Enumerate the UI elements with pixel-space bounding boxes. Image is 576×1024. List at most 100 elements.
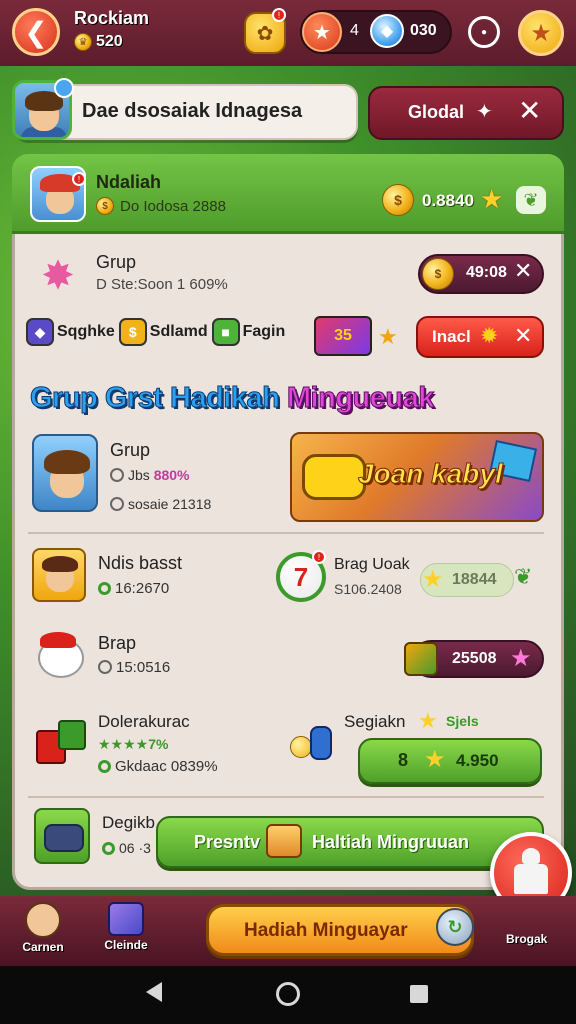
cube-icon: [404, 642, 438, 676]
ring-icon: [110, 468, 124, 482]
player-name: Dolerakurac: [98, 712, 190, 731]
group-title: Grup: [96, 252, 137, 272]
back-arrow-icon: ❮: [24, 16, 48, 48]
refresh-icon: ↻: [436, 908, 474, 946]
ring-icon: [110, 497, 124, 511]
player-stat-text: Gkdaac 0839%: [115, 758, 218, 775]
avatar-icon: [25, 902, 61, 938]
system-back-icon[interactable]: [146, 982, 162, 1002]
nav-item-cartoon[interactable]: Carnen: [18, 902, 68, 954]
player-rating: ★★★★7%: [98, 736, 169, 752]
close-icon[interactable]: ✕: [514, 323, 532, 349]
close-icon[interactable]: ✕: [514, 258, 532, 284]
category-chip[interactable]: ■ Fagin: [211, 318, 285, 346]
group-card-title: Grup: [110, 440, 151, 460]
player-name: Brap: [98, 633, 137, 653]
star-icon: ★: [418, 708, 438, 733]
star-button[interactable]: ★: [302, 12, 342, 52]
gift-box-icon: [266, 824, 302, 858]
claim-button[interactable]: [358, 738, 542, 784]
present-label: Presntv: [194, 832, 261, 852]
machine-icon: [34, 808, 90, 864]
banner-title: Grup Grst Hadikah Mingueuak: [30, 382, 435, 415]
group-card-stat-accent: 880%: [153, 467, 190, 483]
star-icon: ★: [424, 746, 446, 773]
player-name: Degikb: [102, 813, 155, 832]
notification-badge: !: [72, 172, 86, 186]
group-card-stat-2: sosaie 21318: [110, 496, 211, 512]
player-stat: 16:2670: [98, 580, 169, 597]
avatar: [32, 630, 90, 682]
coin-potion-icon: [288, 712, 340, 772]
crown-icon: ♛: [74, 33, 92, 51]
claim-count: 8: [398, 750, 409, 770]
player-name: Brag Uoak: [334, 556, 410, 573]
ring-icon: [98, 660, 112, 674]
player-stat-text: 16:2670: [115, 580, 170, 597]
gem-glyph: ◆: [380, 23, 394, 40]
sparkle-icon: ✦: [476, 101, 493, 123]
star-icon: ★: [480, 184, 504, 214]
group-card-stat: Jbs 880%: [110, 467, 190, 483]
category-chip[interactable]: $ Sdlamd: [118, 318, 208, 346]
category-label: Sdlamd: [149, 323, 208, 340]
category-label: Sqghke: [57, 323, 115, 340]
gem-icon[interactable]: ◆: [370, 14, 404, 48]
category-icon: ■: [211, 318, 240, 346]
nav-item-cubes[interactable]: Cleinde: [98, 902, 154, 952]
sparkle-character-icon: ✸: [41, 254, 75, 298]
nav-item-label: Brogak: [506, 932, 548, 946]
player-stat-text: 06 ·3: [119, 840, 151, 856]
divider: [28, 532, 544, 534]
player-name: Rockiam: [74, 8, 150, 28]
favorite-button[interactable]: ★: [518, 10, 564, 56]
star-icon: ★: [422, 566, 444, 593]
group-card-stat-2-text: sosaie 21318: [128, 496, 212, 512]
nav-item-label: Cleinde: [104, 938, 148, 952]
panel-subtitle: Do Iodosa 2888: [120, 197, 226, 215]
category-row: ◆ Sqghke $ Sdlamd ■ Fagin: [26, 318, 285, 346]
divider: [28, 796, 544, 798]
coin-icon: $: [96, 197, 114, 215]
category-icon: $: [118, 318, 147, 346]
timer-value: 49:08: [466, 264, 507, 281]
global-label: Glodal: [408, 102, 465, 122]
reward-value: 25508: [452, 650, 497, 667]
back-button[interactable]: ❮: [12, 8, 60, 56]
present-text: Haltiah Mingruuan: [312, 832, 469, 852]
player-tag: Sjels: [446, 713, 479, 729]
notice-text: Dae dsosaiak Idnagesa: [82, 100, 303, 122]
category-chip[interactable]: ◆ Sqghke: [26, 318, 115, 346]
pawn-icon: [514, 848, 548, 894]
promo-text: Joan kabyl: [358, 458, 504, 490]
online-badge: [54, 78, 74, 98]
category-chip-extra[interactable]: 35: [314, 316, 372, 356]
badge-number: 7: [293, 561, 309, 592]
gear-icon: ✹: [480, 323, 499, 348]
leaf-icon: ❦: [514, 564, 533, 589]
close-icon[interactable]: ✕: [518, 94, 541, 127]
system-home-icon[interactable]: [276, 982, 300, 1006]
category-icon: ◆: [26, 318, 54, 346]
player-name: Ndis basst: [98, 553, 183, 573]
player-stat: S106.2408: [334, 581, 402, 597]
player-stat-text: 15:0516: [116, 659, 171, 676]
cube-icon: [108, 902, 144, 936]
group-card-stat-prefix: Jbs: [128, 467, 154, 483]
panel-title: Ndaliah: [96, 172, 162, 192]
status-icon: [98, 760, 111, 773]
notification-badge: !: [312, 550, 326, 564]
notification-badge: !: [272, 8, 286, 22]
status-icon: [102, 842, 115, 855]
group-subtitle: D Ste:Soon 1 609%: [96, 276, 228, 293]
record-icon: ●: [480, 26, 488, 38]
status-icon: [98, 582, 111, 595]
avatar: [32, 548, 86, 602]
star-icon: ★: [530, 19, 552, 47]
nav-item-right[interactable]: Brogak: [506, 930, 547, 946]
system-recents-icon[interactable]: [410, 985, 428, 1003]
blocks-icon: [34, 710, 90, 772]
settings-button[interactable]: ●: [468, 16, 500, 48]
leaf-icon[interactable]: ❦: [516, 186, 546, 214]
nav-item-label: Carnen: [22, 940, 64, 954]
